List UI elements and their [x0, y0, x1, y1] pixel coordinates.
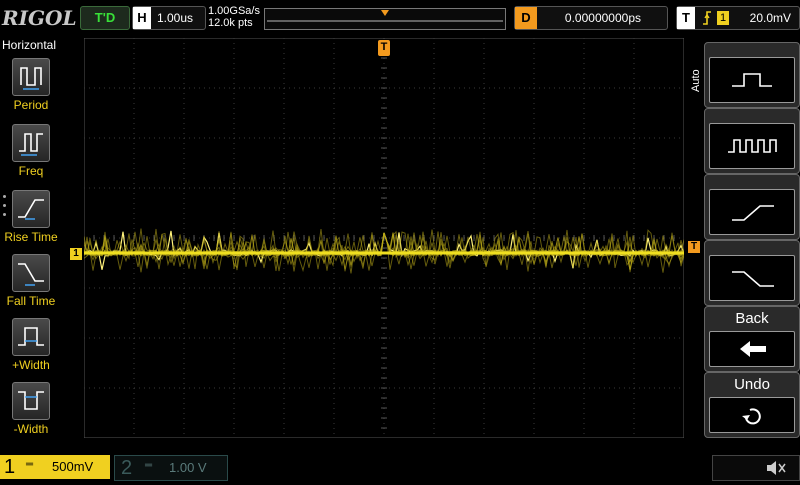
sample-rate: 1.00GSa/s	[208, 5, 260, 17]
rise-time-icon	[12, 190, 50, 228]
memory-points: 12.0k pts	[208, 17, 253, 29]
ch1-offset-marker[interactable]: 1	[70, 248, 82, 260]
ch2-number: 2	[121, 457, 133, 479]
run-status-badge[interactable]: T'D	[80, 6, 130, 30]
falling-edge-button[interactable]	[704, 240, 800, 306]
trigger-level-value: 20.0mV	[749, 11, 791, 25]
undo-icon	[709, 397, 795, 433]
ch1-status[interactable]: 1 ═ 500mV	[0, 455, 110, 479]
measure-fall-time-item[interactable]: Fall Time	[0, 250, 62, 310]
delay-box[interactable]: D 0.00000000ps	[514, 6, 668, 30]
undo-button[interactable]: Undo	[704, 372, 800, 438]
trigger-key: T	[677, 7, 695, 29]
single-pulse-icon	[709, 57, 795, 103]
back-arrow-icon	[709, 331, 795, 367]
horizontal-scale-value: 1.00us	[157, 11, 194, 25]
back-button[interactable]: Back	[704, 306, 800, 372]
trigger-source-badge: 1	[717, 11, 729, 25]
trigger-position-marker[interactable]: T	[378, 40, 390, 56]
measure-positive-width-item[interactable]: +Width	[0, 314, 62, 374]
rise-time-label: Rise Time	[4, 230, 58, 244]
acquisition-info: 1.00GSa/s 12.0k pts	[208, 5, 260, 29]
rising-edge-icon	[709, 189, 795, 235]
fall-time-icon	[12, 254, 50, 292]
single-pulse-button[interactable]	[704, 42, 800, 108]
trigger-box[interactable]: T 1 20.0mV	[676, 6, 800, 30]
fall-time-label: Fall Time	[6, 294, 56, 308]
measure-rise-time-item[interactable]: Rise Time	[0, 186, 62, 246]
falling-edge-icon	[709, 255, 795, 301]
ch1-coupling-icon: ═	[26, 459, 34, 470]
delay-key: D	[515, 7, 537, 29]
memory-depth-strip	[264, 8, 506, 30]
rising-edge-button[interactable]	[704, 174, 800, 240]
pulse-train-button[interactable]	[704, 108, 800, 174]
mute-speaker-icon	[767, 461, 786, 475]
period-icon	[12, 58, 50, 96]
ch2-scale: 1.00 V	[169, 460, 207, 475]
negative-width-label: -Width	[13, 422, 49, 436]
measure-negative-width-item[interactable]: -Width	[0, 378, 62, 438]
measure-period-item[interactable]: Period	[0, 54, 62, 114]
horizontal-key: H	[133, 7, 151, 29]
positive-width-label: +Width	[12, 358, 50, 372]
delay-value: 0.00000000ps	[564, 11, 641, 25]
back-label: Back	[735, 310, 769, 327]
horizontal-scale-box[interactable]: H 1.00us	[132, 6, 206, 30]
sound-button[interactable]	[712, 455, 800, 481]
ch2-coupling-icon: ═	[145, 460, 153, 471]
period-label: Period	[13, 98, 49, 112]
negative-width-icon	[12, 382, 50, 420]
ch1-scale: 500mV	[52, 459, 94, 474]
waveform-display[interactable]	[83, 37, 685, 439]
positive-width-icon	[12, 318, 50, 356]
frequency-icon	[12, 124, 50, 162]
rising-edge-trigger-icon	[703, 11, 711, 25]
ch1-number: 1	[4, 456, 16, 478]
freq-label: Freq	[18, 164, 44, 178]
measure-freq-item[interactable]: Freq	[0, 120, 62, 180]
ch2-status[interactable]: 2 ═ 1.00 V	[114, 455, 228, 481]
memory-waveform-preview	[267, 10, 503, 22]
undo-label: Undo	[734, 376, 770, 393]
menu-title: Horizontal	[2, 38, 57, 52]
memory-trigger-marker	[381, 10, 389, 16]
brand-logo: RIGOL	[2, 6, 77, 30]
pulse-train-icon	[709, 123, 795, 169]
trigger-level-marker[interactable]: T	[688, 241, 700, 253]
auto-mode-label: Auto	[690, 69, 702, 92]
waveform-grid	[83, 37, 685, 439]
